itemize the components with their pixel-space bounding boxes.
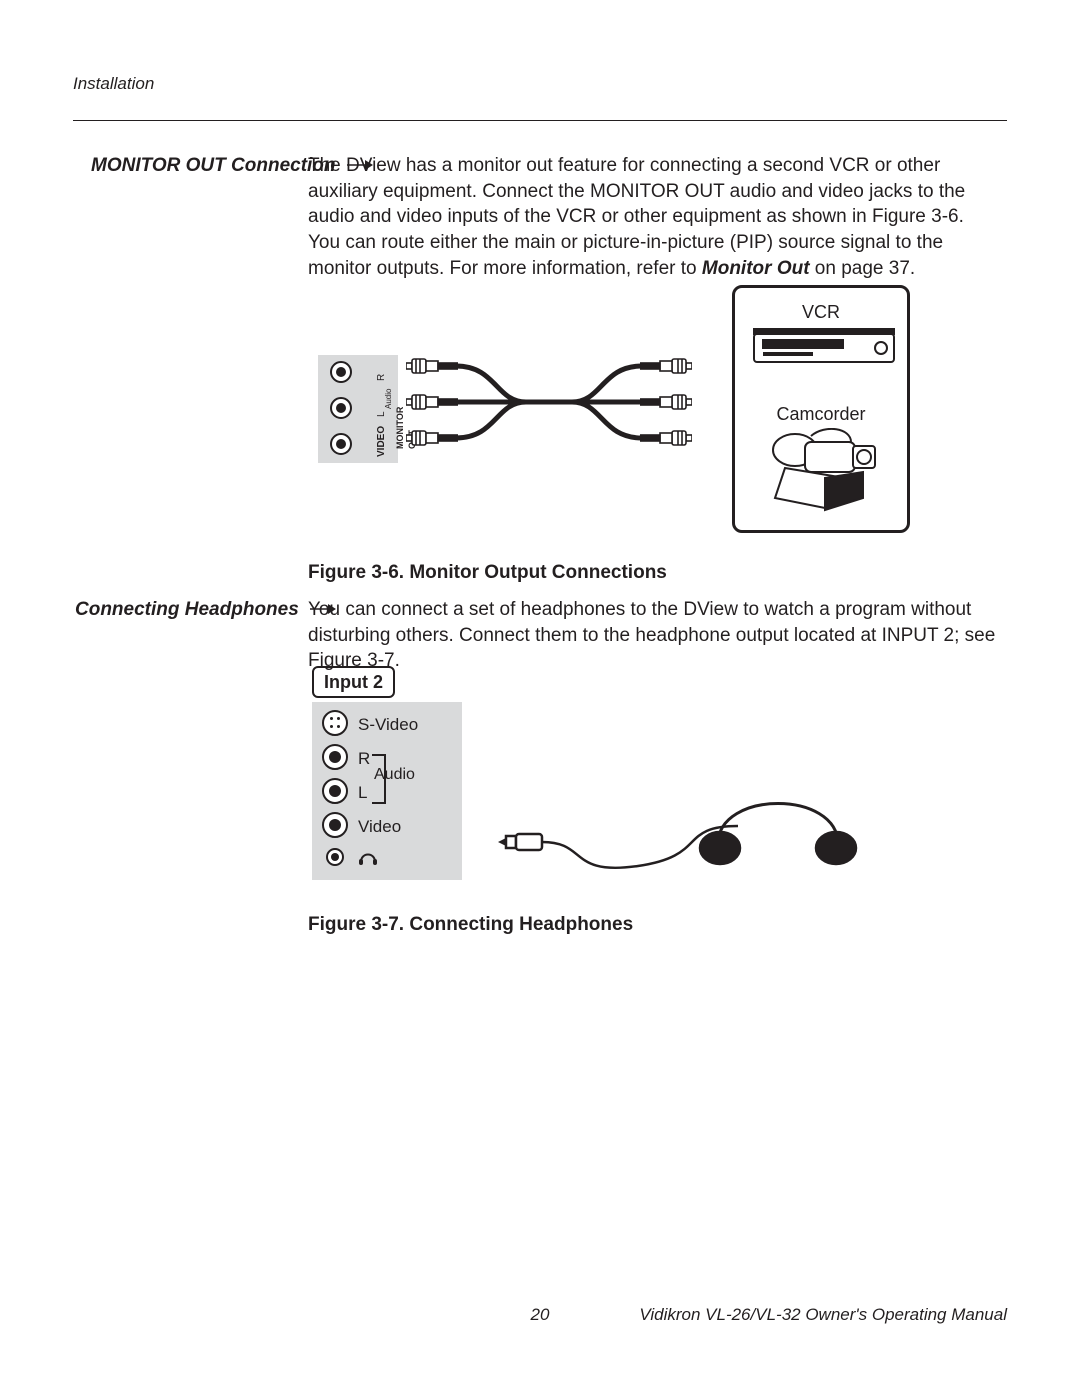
vcr-label: VCR: [735, 300, 907, 324]
manual-page: Installation MONITOR OUT Connection The …: [0, 0, 1080, 1397]
monitor-out-para2: You can route either the main or picture…: [308, 230, 1008, 281]
figure-3-6: R L VIDEO Audio MONITOR OUT: [308, 285, 924, 533]
rca-jack-audio-r: [330, 361, 352, 383]
monitor-out-para1: The DView has a monitor out feature for …: [308, 153, 1008, 230]
headphone-jack: [326, 848, 344, 866]
s-video-jack: [322, 710, 348, 736]
headphones-para: You can connect a set of headphones to t…: [308, 597, 1008, 674]
rca-plug-icon: [640, 429, 692, 447]
heading-text: MONITOR OUT Connection: [91, 155, 336, 176]
text: on page 37.: [810, 258, 916, 279]
connecting-headphones-heading: Connecting Headphones: [75, 597, 336, 623]
input-2-panel: S-Video R Audio L Video: [312, 702, 462, 880]
rca-jack-audio-l: [330, 397, 352, 419]
heading-text: Connecting Headphones: [75, 599, 299, 620]
rca-plug-icon: [640, 393, 692, 411]
audio-r-jack: [322, 744, 348, 770]
label-r: R: [375, 374, 389, 381]
input-2-label: Input 2: [312, 666, 395, 698]
label-video: VIDEO: [375, 426, 389, 457]
label-video: Video: [358, 816, 401, 839]
figure-3-7: Input 2 S-Video R Audio L Video: [308, 666, 868, 888]
headphones-drawing-icon: [498, 796, 858, 886]
vcr-icon: [753, 328, 895, 368]
xref-monitor-out: Monitor Out: [702, 258, 810, 279]
rca-jack-video: [330, 433, 352, 455]
headphone-icon: [358, 848, 378, 866]
camcorder-label: Camcorder: [735, 402, 907, 426]
rca-plug-icon: [406, 393, 458, 411]
devices-box: VCR Camcorder: [732, 285, 910, 533]
label-r: R: [358, 748, 370, 771]
camcorder-icon: [765, 428, 885, 514]
label-l: L: [358, 782, 367, 805]
rca-plug-icon: [406, 429, 458, 447]
video-jack: [322, 812, 348, 838]
figure-3-7-caption: Figure 3-7. Connecting Headphones: [308, 912, 633, 938]
monitor-out-panel: R L VIDEO Audio MONITOR OUT: [318, 355, 398, 463]
label-audio: Audio: [374, 764, 415, 786]
header-section: Installation: [73, 73, 154, 96]
figure-3-6-caption: Figure 3-6. Monitor Output Connections: [308, 560, 667, 586]
av-cable-icon: [456, 363, 642, 441]
rca-plug-icon: [406, 357, 458, 375]
header-rule: [73, 120, 1007, 121]
label-s-video: S-Video: [358, 714, 418, 737]
rca-plug-icon: [640, 357, 692, 375]
label-l: L: [375, 411, 389, 417]
audio-l-jack: [322, 778, 348, 804]
manual-title: Vidikron VL-26/VL-32 Owner's Operating M…: [639, 1304, 1007, 1327]
